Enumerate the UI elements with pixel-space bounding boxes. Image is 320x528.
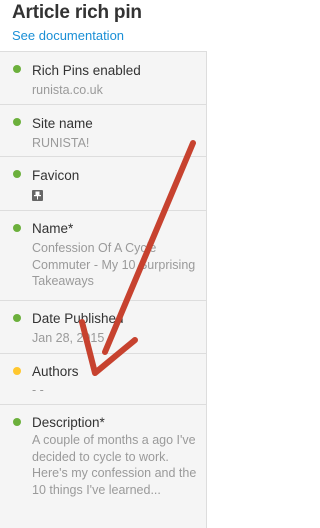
rich-pin-panel: Article rich pin See documentation Rich … [0, 0, 207, 528]
field-row-rich-pins-enabled: Rich Pins enabled runista.co.uk [0, 52, 207, 105]
see-documentation-link[interactable]: See documentation [12, 28, 124, 43]
field-label: Name* [32, 221, 74, 236]
field-value: runista.co.uk [32, 83, 103, 97]
field-value: - - [32, 383, 44, 397]
field-row-name: Name* Confession Of A Cycle Commuter - M… [0, 211, 207, 301]
field-label: Site name [32, 116, 93, 131]
field-label: Favicon [32, 168, 80, 183]
field-label: Authors [32, 364, 79, 379]
status-ok-dot [13, 170, 21, 178]
status-ok-dot [13, 314, 21, 322]
field-label: Rich Pins enabled [32, 63, 141, 78]
field-row-favicon: Favicon [0, 157, 207, 211]
field-row-description: Description* A couple of months a ago I'… [0, 405, 207, 528]
status-ok-dot [13, 65, 21, 73]
panel-header: Article rich pin See documentation [0, 0, 207, 52]
field-value: RUNISTA! [32, 136, 90, 150]
panel-title: Article rich pin [12, 2, 142, 23]
status-ok-dot [13, 224, 21, 232]
field-value: A couple of months a ago I've decided to… [32, 433, 197, 497]
field-value: Confession Of A Cycle Commuter - My 10 S… [32, 241, 196, 288]
status-ok-dot [13, 118, 21, 126]
field-label: Description* [32, 415, 105, 430]
field-row-site-name: Site name RUNISTA! [0, 105, 207, 157]
status-warning-dot [13, 367, 21, 375]
field-label: Date Published [32, 311, 124, 326]
pin-favicon-icon [32, 190, 43, 201]
field-row-date-published: Date Published Jan 28, 2015 [0, 301, 207, 354]
status-ok-dot [13, 418, 21, 426]
field-row-authors: Authors - - [0, 354, 207, 405]
field-value: Jan 28, 2015 [32, 331, 105, 345]
